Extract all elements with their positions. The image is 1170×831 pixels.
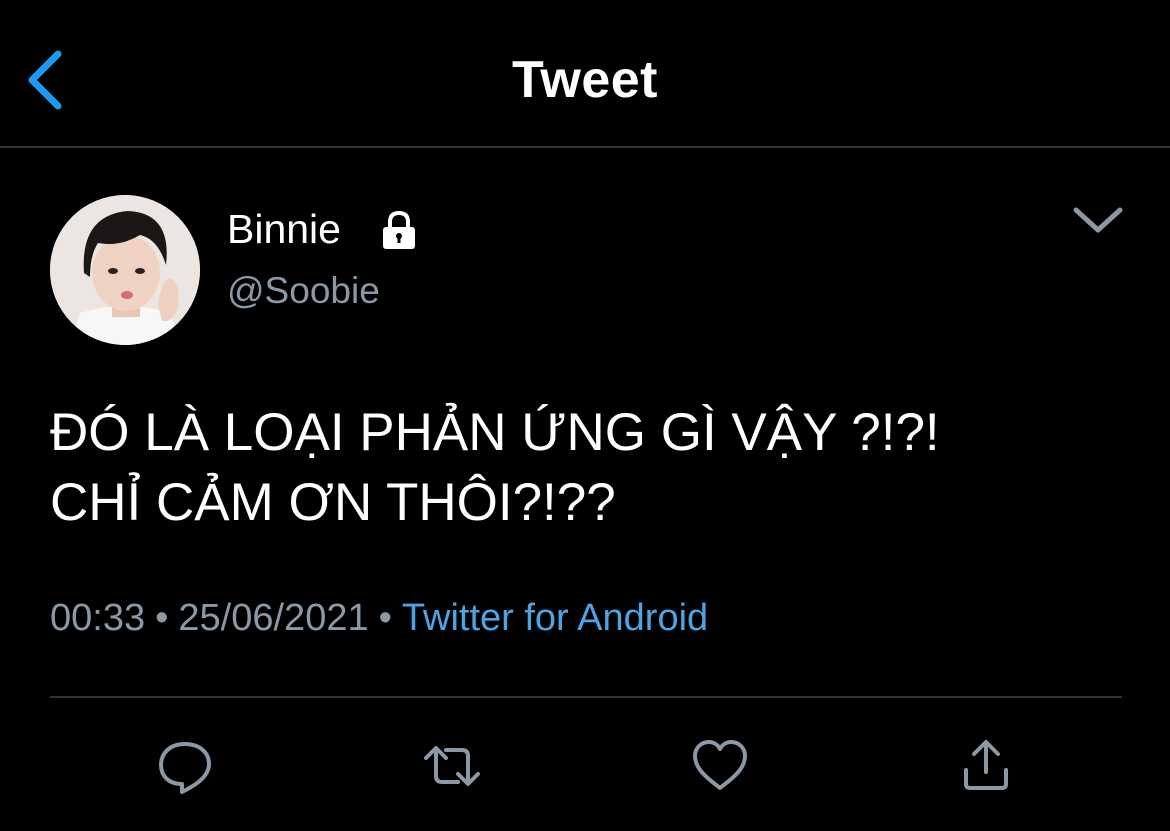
like-button[interactable] — [690, 736, 750, 796]
author-handle[interactable]: @Soobie — [227, 270, 380, 312]
tweet-date: 25/06/2021 — [178, 597, 369, 639]
meta-separator: • — [378, 597, 392, 639]
reply-button[interactable] — [155, 736, 215, 796]
tweet-time: 00:33 — [50, 597, 146, 639]
retweet-button[interactable] — [422, 736, 482, 796]
heart-icon — [693, 740, 747, 790]
more-options-button[interactable] — [1070, 200, 1126, 240]
chevron-down-icon — [1073, 207, 1123, 233]
avatar[interactable] — [50, 195, 200, 345]
divider — [50, 696, 1122, 698]
share-icon — [964, 740, 1008, 790]
meta-separator: • — [155, 597, 169, 639]
tweet-meta: 00:33 • 25/06/2021 • Twitter for Android — [50, 597, 708, 640]
tweet-text-line-2: CHỈ CẢM ƠN THÔI?!?? — [50, 473, 616, 532]
tweet-detail-page: Tweet Binnie @Soobie ĐÓ LÀ LOẠI PHẢN ỨNG… — [0, 0, 1170, 831]
avatar-image — [50, 195, 200, 345]
retweet-icon — [424, 746, 480, 786]
page-title: Tweet — [511, 51, 658, 109]
reply-icon — [159, 742, 211, 794]
lock-icon — [378, 209, 420, 251]
tweet-text-line-1: ĐÓ LÀ LOẠI PHẢN ỨNG GÌ VẬY ?!?! — [50, 403, 940, 462]
share-button[interactable] — [956, 736, 1016, 796]
author-display-name[interactable]: Binnie — [227, 206, 341, 253]
tweet-source-link[interactable]: Twitter for Android — [402, 597, 708, 639]
tweet-text: ĐÓ LÀ LOẠI PHẢN ỨNG GÌ VẬY ?!?! CHỈ CẢM … — [50, 398, 1130, 538]
top-nav-bar: Tweet — [0, 0, 1170, 148]
